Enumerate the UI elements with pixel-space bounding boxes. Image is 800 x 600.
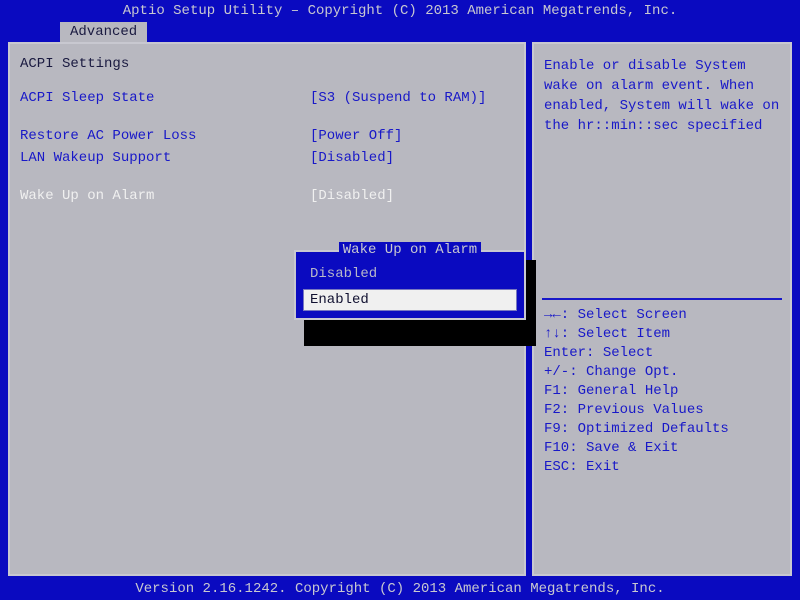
key-sym: F1: xyxy=(544,382,578,401)
key-sym: →←: xyxy=(544,306,578,325)
key-sym: F9: xyxy=(544,420,578,439)
setting-row[interactable]: Restore AC Power Loss[Power Off] xyxy=(20,126,514,146)
key-desc: Change Opt. xyxy=(586,363,678,382)
popup-title-text: Wake Up on Alarm xyxy=(339,242,481,258)
help-text: Enable or disable System wake on alarm e… xyxy=(544,56,780,296)
popup-option[interactable]: Enabled xyxy=(304,290,516,310)
setting-label: Restore AC Power Loss xyxy=(20,126,310,146)
setting-value: [Disabled] xyxy=(310,186,514,206)
setting-value: [Power Off] xyxy=(310,126,514,146)
popup: Wake Up on Alarm DisabledEnabled xyxy=(294,250,526,320)
popup-title: Wake Up on Alarm xyxy=(296,242,524,258)
key-sym: F2: xyxy=(544,401,578,420)
key-help: →←: Select Screen↑↓: Select ItemEnter: S… xyxy=(544,306,780,477)
key-desc: Save & Exit xyxy=(586,439,678,458)
key-desc: General Help xyxy=(578,382,679,401)
key-desc: Select xyxy=(603,344,653,363)
key-desc: Previous Values xyxy=(578,401,704,420)
setting-label: ACPI Sleep State xyxy=(20,88,310,108)
popup-dialog: Wake Up on Alarm DisabledEnabled xyxy=(294,250,526,320)
bios-screen: Aptio Setup Utility – Copyright (C) 2013… xyxy=(0,0,800,600)
row-gap xyxy=(20,170,514,186)
setting-row[interactable]: Wake Up on Alarm[Disabled] xyxy=(20,186,514,206)
key-sym: F10: xyxy=(544,439,586,458)
help-divider xyxy=(542,298,782,300)
key-hint: F10: Save & Exit xyxy=(544,439,780,458)
setting-row[interactable]: LAN Wakeup Support[Disabled] xyxy=(20,148,514,168)
setting-value: [S3 (Suspend to RAM)] xyxy=(310,88,514,108)
key-hint: F1: General Help xyxy=(544,382,780,401)
key-sym: Enter: xyxy=(544,344,603,363)
panel-main: ACPI Settings ACPI Sleep State[S3 (Suspe… xyxy=(8,42,526,576)
row-gap xyxy=(20,110,514,126)
key-desc: Optimized Defaults xyxy=(578,420,729,439)
key-sym: ESC: xyxy=(544,458,586,477)
setting-value: [Disabled] xyxy=(310,148,514,168)
key-desc: Exit xyxy=(586,458,620,477)
key-hint: ↑↓: Select Item xyxy=(544,325,780,344)
footer-text: Version 2.16.1242. Copyright (C) 2013 Am… xyxy=(135,581,664,597)
setting-list: ACPI Sleep State[S3 (Suspend to RAM)]Res… xyxy=(20,88,514,206)
title-text: Aptio Setup Utility – Copyright (C) 2013… xyxy=(123,3,678,19)
section-title: ACPI Settings xyxy=(20,56,514,72)
key-desc: Select Item xyxy=(578,325,670,344)
popup-option[interactable]: Disabled xyxy=(304,264,516,284)
key-hint: Enter: Select xyxy=(544,344,780,363)
key-sym: +/-: xyxy=(544,363,586,382)
tab-row: Advanced xyxy=(0,22,800,42)
panels: ACPI Settings ACPI Sleep State[S3 (Suspe… xyxy=(8,42,792,576)
key-hint: ESC: Exit xyxy=(544,458,780,477)
key-hint: +/-: Change Opt. xyxy=(544,363,780,382)
tab-advanced[interactable]: Advanced xyxy=(60,22,147,42)
key-hint: F2: Previous Values xyxy=(544,401,780,420)
setting-row[interactable]: ACPI Sleep State[S3 (Suspend to RAM)] xyxy=(20,88,514,108)
setting-label: LAN Wakeup Support xyxy=(20,148,310,168)
key-sym: ↑↓: xyxy=(544,325,578,344)
key-hint: →←: Select Screen xyxy=(544,306,780,325)
setting-label: Wake Up on Alarm xyxy=(20,186,310,206)
footer-bar: Version 2.16.1242. Copyright (C) 2013 Am… xyxy=(0,578,800,600)
panel-help: Enable or disable System wake on alarm e… xyxy=(532,42,792,576)
key-hint: F9: Optimized Defaults xyxy=(544,420,780,439)
popup-options: Disabled Enabled xyxy=(304,264,516,310)
title-bar: Aptio Setup Utility – Copyright (C) 2013… xyxy=(0,0,800,22)
key-desc: Select Screen xyxy=(578,306,687,325)
